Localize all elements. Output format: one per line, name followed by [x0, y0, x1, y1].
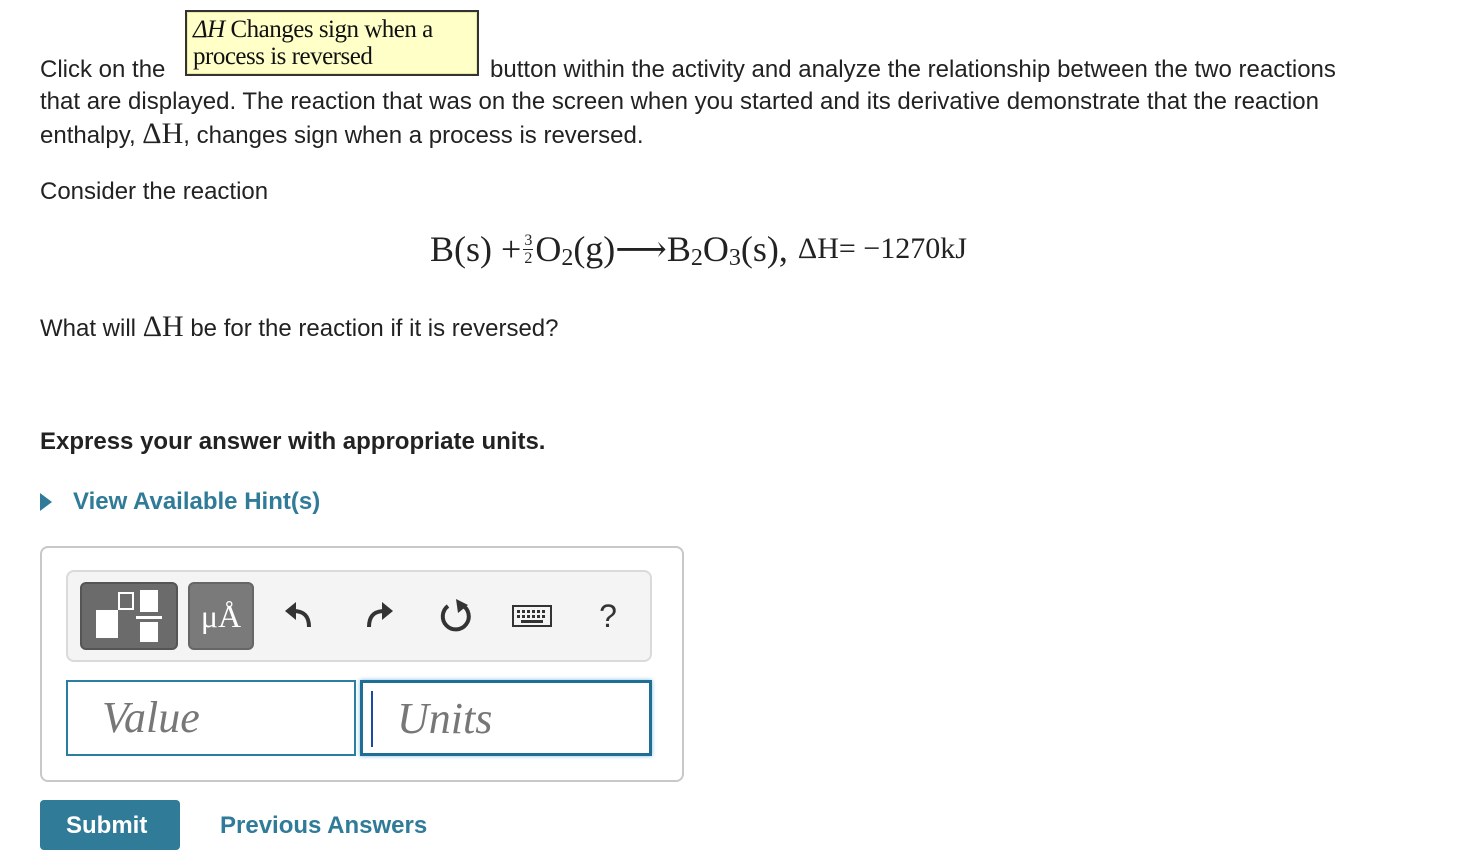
eq-tail: (s), — [740, 229, 788, 269]
value-input[interactable]: Value — [66, 680, 356, 756]
instruction-line3-suffix: , changes sign when a process is reverse… — [183, 122, 644, 149]
submit-button[interactable]: Submit — [40, 800, 180, 850]
text-caret — [371, 691, 373, 747]
reset-button[interactable] — [436, 594, 476, 638]
activity-button-label: Changes sign when a process is reversed — [193, 16, 433, 70]
instruction-line3-prefix: enthalpy, — [40, 122, 143, 149]
keyboard-icon — [512, 605, 552, 627]
question-delta: ΔH — [142, 310, 184, 343]
eq-o: O — [535, 229, 562, 269]
view-hints-link[interactable]: View Available Hint(s) — [40, 488, 320, 516]
question-text: What will ΔH be for the reaction if it i… — [40, 310, 559, 343]
eq-fraction: 3 2 — [523, 231, 534, 267]
undo-icon — [285, 602, 311, 628]
delta-h-symbol: ΔH — [142, 117, 184, 150]
delta-h-reversed-activity-button[interactable]: ΔH Changes sign when a process is revers… — [185, 10, 479, 76]
keyboard-button[interactable] — [512, 594, 552, 638]
reset-icon — [440, 599, 471, 632]
eq-value: = −1270kJ — [838, 232, 967, 265]
units-button[interactable]: μÅ — [188, 582, 254, 650]
eq-g: (g)⟶B — [573, 229, 691, 269]
units-placeholder: Units — [397, 694, 493, 743]
instruction-suffix-line1: button within the activity and analyze t… — [483, 56, 1336, 83]
templates-button[interactable] — [80, 582, 178, 650]
previous-answers-link[interactable]: Previous Answers — [220, 812, 427, 840]
instruction-prefix: Click on the — [40, 56, 166, 83]
redo-icon — [367, 602, 393, 628]
help-button[interactable]: ? — [588, 594, 628, 638]
redo-button[interactable] — [358, 594, 398, 638]
units-input[interactable]: Units — [360, 680, 652, 756]
answer-panel: μÅ ? Value Units — [40, 546, 684, 782]
activity-button-symbol: ΔH — [193, 16, 225, 43]
consider-text: Consider the reaction — [40, 178, 269, 205]
eq-o2: O — [702, 229, 729, 269]
eq-part1: B(s) + — [430, 229, 522, 269]
undo-button[interactable] — [280, 594, 320, 638]
instruction-line2: that are displayed. The reaction that wa… — [40, 88, 1319, 115]
reaction-equation: B(s) + 3 2 O2 (g)⟶B 2 O3 (s), ΔH = −1270k… — [430, 229, 967, 271]
math-toolbar: μÅ ? — [66, 570, 652, 662]
hint-label: View Available Hint(s) — [73, 488, 321, 515]
expand-triangle-icon — [40, 493, 52, 511]
eq-delta: ΔH — [797, 232, 839, 265]
express-instruction: Express your answer with appropriate uni… — [40, 428, 546, 455]
